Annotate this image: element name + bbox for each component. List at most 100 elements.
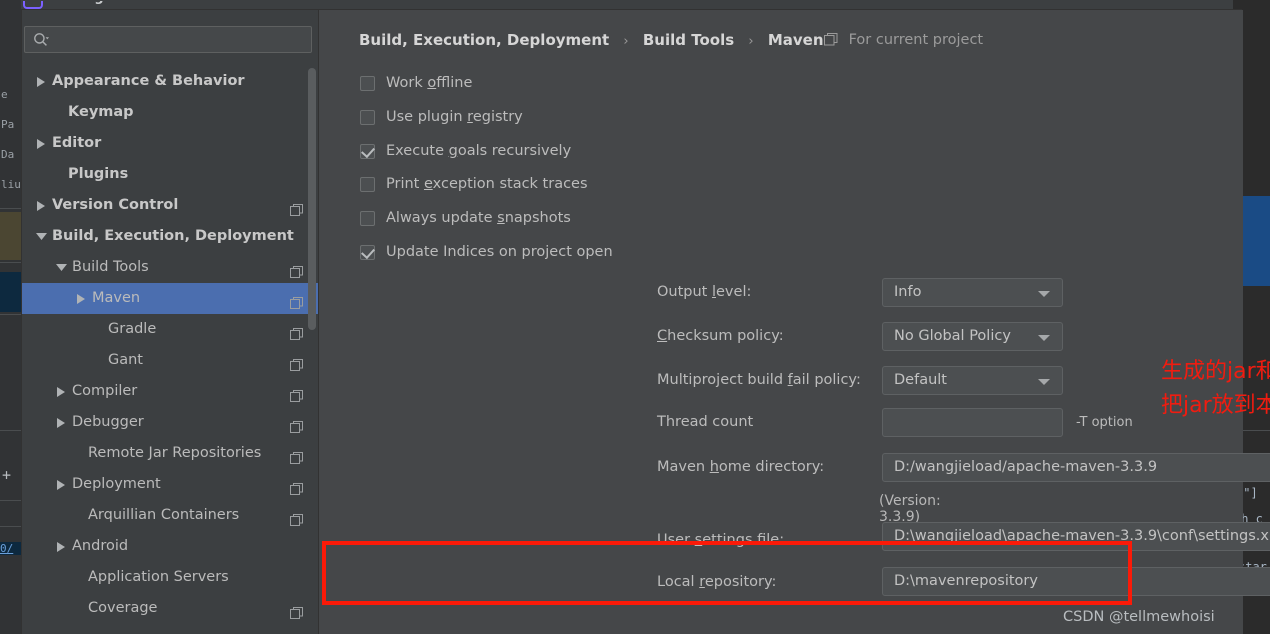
sidebar-item-label: Deployment	[72, 476, 161, 492]
chevron-down-icon[interactable]	[1038, 291, 1050, 297]
output-level-label: Output level:	[657, 284, 752, 300]
sidebar-item-label: Compiler	[72, 383, 138, 399]
checkbox-always-update-snapshots[interactable]	[360, 211, 375, 226]
sidebar-item-label: Remote Jar Repositories	[88, 445, 262, 461]
sidebar-item-arquillian-containers[interactable]: Arquillian Containers	[22, 500, 319, 531]
checkbox-execute-goals-recursively[interactable]	[360, 144, 375, 159]
search-icon	[34, 33, 49, 46]
sidebar-item-label: Editor	[52, 135, 102, 151]
bg-divider	[0, 500, 21, 501]
maven-home-combo[interactable]: D:/wangjieload/apache-maven-3.3.9	[882, 453, 1270, 482]
copy-settings-icon[interactable]	[290, 446, 303, 464]
bg-divider	[0, 208, 21, 209]
sidebar-item-application-servers[interactable]: Application Servers	[22, 562, 319, 593]
sidebar-item-label: Keymap	[68, 104, 134, 120]
checkbox-label[interactable]: Work offline	[386, 75, 472, 91]
multiproject-build-fail-policy-value: Default	[894, 372, 947, 388]
sidebar-item-compiler[interactable]: Compiler	[22, 376, 319, 407]
copy-settings-icon[interactable]	[290, 508, 303, 526]
sidebar-item-remote-jar-repositories[interactable]: Remote Jar Repositories	[22, 438, 319, 469]
copy-settings-icon[interactable]	[290, 384, 303, 402]
sidebar-scrollbar-thumb[interactable]	[308, 68, 316, 330]
sidebar-item-build-execution-deployment[interactable]: Build, Execution, Deployment	[22, 221, 319, 252]
breadcrumb-part-3[interactable]: Maven	[768, 31, 824, 49]
chevron-right-icon[interactable]	[56, 376, 68, 407]
bg-divider	[0, 262, 21, 263]
copy-settings-icon[interactable]	[290, 198, 303, 216]
copy-settings-icon[interactable]	[290, 477, 303, 495]
bg-fragment: e	[1, 88, 8, 101]
copy-settings-icon[interactable]	[290, 353, 303, 371]
chevron-down-icon[interactable]	[1038, 335, 1050, 341]
sidebar-item-plugins[interactable]: Plugins	[22, 159, 319, 190]
sidebar-item-build-tools[interactable]: Build Tools	[22, 252, 319, 283]
chevron-right-icon[interactable]	[36, 66, 48, 97]
watermark: CSDN @tellmewhoisi	[1063, 609, 1215, 625]
sidebar-item-gant[interactable]: Gant	[22, 345, 319, 376]
maven-version-note: (Version: 3.3.9)	[879, 493, 941, 525]
checkbox-print-exception-stack-traces[interactable]	[360, 177, 375, 192]
bg-divider	[0, 526, 21, 527]
sidebar-item-version-control[interactable]: Version Control	[22, 190, 319, 221]
checksum-policy-value: No Global Policy	[894, 328, 1011, 344]
sidebar-item-appearance-behavior[interactable]: Appearance & Behavior	[22, 66, 319, 97]
checkbox-label[interactable]: Update Indices on project open	[386, 244, 613, 260]
sidebar-item-android[interactable]: Android	[22, 531, 319, 562]
checkbox-update-indices-on-project-open[interactable]	[360, 245, 375, 260]
chevron-right-icon[interactable]	[36, 190, 48, 221]
chevron-right-icon[interactable]	[56, 531, 68, 562]
bg-fragment: liu	[1, 178, 21, 191]
checkbox-label[interactable]: Always update snapshots	[386, 210, 571, 226]
chevron-right-icon[interactable]	[76, 283, 88, 314]
maven-home-value: D:/wangjieload/apache-maven-3.3.9	[894, 459, 1158, 475]
checkbox-use-plugin-registry[interactable]	[360, 110, 375, 125]
output-level-value: Info	[894, 284, 922, 300]
sidebar-item-label: Appearance & Behavior	[52, 73, 245, 89]
copy-settings-icon[interactable]	[290, 291, 303, 309]
checkbox-label[interactable]: Use plugin registry	[386, 109, 523, 125]
project-scope-icon	[824, 33, 838, 46]
breadcrumb-part-1[interactable]: Build, Execution, Deployment	[359, 31, 609, 49]
chevron-right-icon[interactable]	[36, 128, 48, 159]
bg-fragment: Da	[1, 148, 15, 161]
sidebar-item-gradle[interactable]: Gradle	[22, 314, 319, 345]
checkbox-work-offline[interactable]	[360, 76, 375, 91]
sidebar-item-label: Application Servers	[88, 569, 229, 585]
search-input[interactable]	[24, 26, 312, 53]
bg-plus-icon: +	[2, 466, 12, 484]
sidebar-item-deployment[interactable]: Deployment	[22, 469, 319, 500]
sidebar-item-keymap[interactable]: Keymap	[22, 97, 319, 128]
sidebar-item-label: Maven	[92, 290, 141, 306]
settings-tree[interactable]: Appearance & Behavior Keymap Editor Plugins…	[22, 66, 319, 634]
breadcrumb-part-2[interactable]: Build Tools	[643, 31, 734, 49]
chevron-down-icon[interactable]	[36, 221, 48, 252]
bg-highlight-warning	[0, 212, 21, 260]
chevron-right-icon[interactable]	[56, 469, 68, 500]
close-icon[interactable]: ✕	[1207, 1, 1221, 3]
bg-link: 0/	[0, 542, 21, 555]
bg-divider	[0, 314, 21, 315]
chevron-down-icon[interactable]	[56, 252, 68, 283]
chevron-right-icon[interactable]	[56, 407, 68, 438]
sidebar-item-maven[interactable]: Maven	[22, 283, 319, 314]
sidebar-item-debugger[interactable]: Debugger	[22, 407, 319, 438]
checksum-policy-dropdown[interactable]: No Global Policy	[882, 322, 1063, 351]
for-current-project-text: For current project	[848, 32, 984, 48]
sidebar-item-editor[interactable]: Editor	[22, 128, 319, 159]
sidebar-item-label: Debugger	[72, 414, 144, 430]
output-level-dropdown[interactable]: Info	[882, 278, 1063, 307]
sidebar-item-coverage[interactable]: Coverage	[22, 593, 319, 624]
background-left-fragments: e Pa Da liu + 0/	[0, 0, 21, 634]
thread-count-input[interactable]	[882, 408, 1063, 437]
breadcrumb-separator: ›	[623, 34, 629, 49]
copy-settings-icon[interactable]	[290, 322, 303, 340]
copy-settings-icon[interactable]	[290, 260, 303, 278]
copy-settings-icon[interactable]	[290, 415, 303, 433]
chevron-down-icon[interactable]	[1038, 379, 1050, 385]
thread-count-label: Thread count	[657, 414, 754, 430]
checkbox-label[interactable]: Execute goals recursively	[386, 143, 571, 159]
multiproject-build-fail-policy-dropdown[interactable]: Default	[882, 366, 1063, 395]
checkbox-label[interactable]: Print exception stack traces	[386, 176, 588, 192]
copy-settings-icon[interactable]	[290, 601, 303, 619]
bg-fragment: Pa	[1, 118, 15, 131]
